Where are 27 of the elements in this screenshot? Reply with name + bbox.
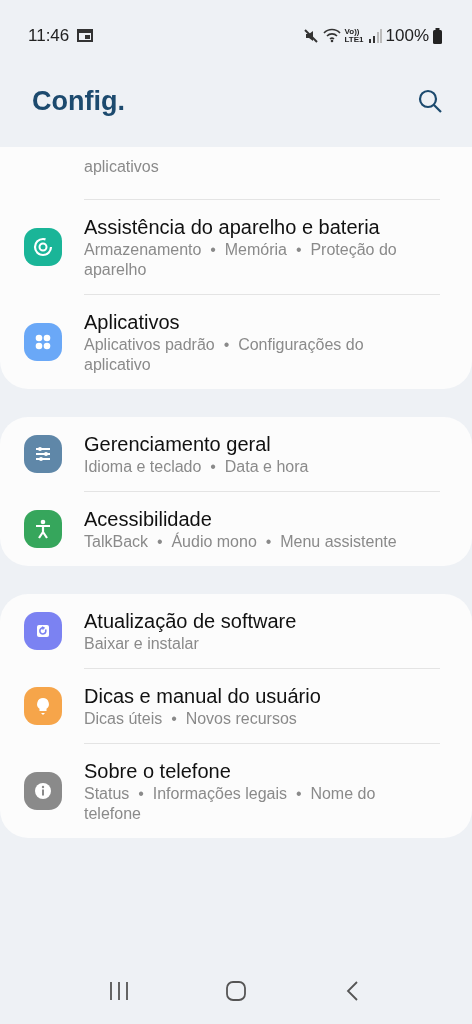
item-subtitle: Idioma e teclado • Data e hora [84, 457, 310, 477]
mute-icon [302, 27, 319, 44]
item-subtitle: Armazenamento • Memória • Proteção do aparelho [84, 240, 398, 280]
page-title: Config. [32, 84, 125, 118]
battery-percent: 100% [385, 24, 429, 47]
item-subtitle: Status • Informações legais • Nome do telefone [84, 784, 377, 824]
item-subtitle: Baixar e instalar [84, 634, 200, 654]
wifi-icon [322, 28, 341, 43]
item-subtitle: Dicas úteis • Novos recursos [84, 709, 298, 729]
item-title[interactable]: Sobre o telefone [84, 758, 440, 784]
item-subtitle: aplicativos [83, 157, 160, 177]
item-title[interactable]: Acessibilidade [84, 506, 440, 532]
item-title[interactable]: Assistência do aparelho e bateria [84, 214, 440, 240]
item-subtitle: TalkBack • Áudio mono • Menu assistente [84, 532, 398, 552]
network-label: Vo)) LTE1 [344, 27, 364, 44]
recent-apps-icon[interactable] [107, 980, 130, 1002]
clock-time: 11:46 [28, 24, 70, 47]
calendar-icon [77, 29, 94, 42]
home-icon[interactable] [225, 980, 247, 1002]
item-title[interactable]: Gerenciamento geral [84, 431, 440, 457]
signal-icon [367, 28, 382, 43]
item-title[interactable]: Atualização de software [84, 608, 440, 634]
item-subtitle: Aplicativos padrão • Configurações do aplicativo [84, 335, 365, 375]
item-title[interactable]: Aplicativos [84, 309, 440, 335]
item-title[interactable]: Dicas e manual do usuário [84, 683, 440, 709]
battery-icon [433, 27, 442, 44]
search-icon[interactable] [418, 89, 442, 113]
